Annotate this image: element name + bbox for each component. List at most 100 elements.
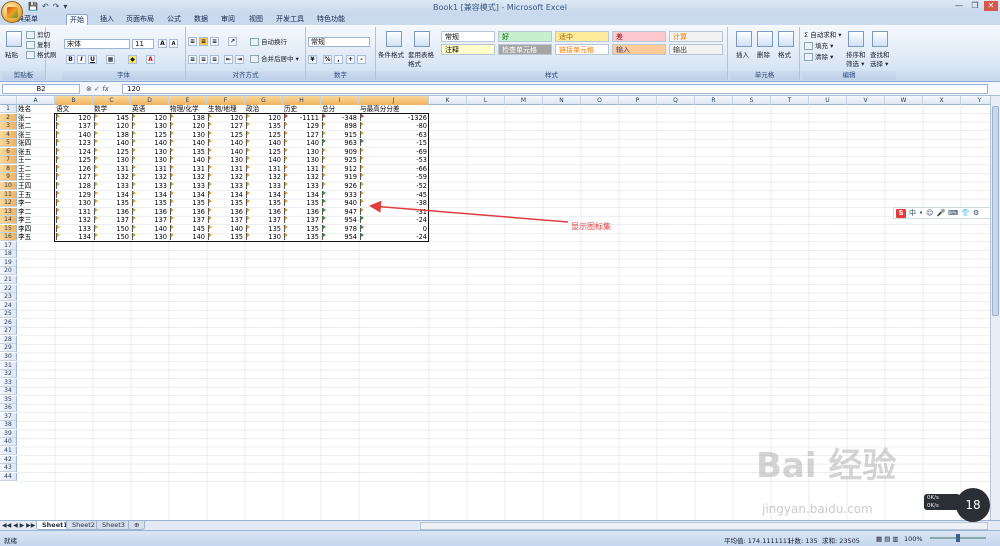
bold-button[interactable]: B [66, 55, 75, 64]
cell-style-0[interactable]: 常规 [441, 31, 495, 42]
name-box[interactable]: B2 [2, 84, 80, 94]
wrap-text-button[interactable]: 自动换行 [250, 38, 287, 47]
sheet-tab-sheet3[interactable]: Sheet3 [96, 521, 131, 530]
currency-icon[interactable]: ¥ [308, 55, 317, 64]
align-center-icon[interactable]: ≡ [199, 55, 208, 64]
tab-7[interactable]: 视图 [244, 14, 268, 25]
tab-9[interactable]: 特色功能 [312, 14, 350, 25]
underline-button[interactable]: U [88, 55, 97, 64]
floating-bubble[interactable]: 18 [956, 488, 990, 522]
indent-increase-icon[interactable]: ⇥ [235, 55, 244, 64]
cut-button[interactable]: 剪切 [26, 31, 50, 40]
autosum-button[interactable]: Σ 自动求和 ▾ [804, 31, 842, 40]
tab-8[interactable]: 开发工具 [272, 14, 308, 25]
align-top-icon[interactable]: ≡ [188, 37, 197, 46]
minimize-button[interactable]: — [952, 1, 966, 11]
cell-style-1[interactable]: 好 [498, 31, 552, 42]
orientation-icon[interactable]: ↗ [228, 37, 237, 46]
vertical-scrollbar[interactable] [990, 96, 1000, 520]
ime-item-3[interactable]: 🎤 [936, 209, 945, 217]
font-size-combo[interactable]: 11 [132, 39, 154, 49]
cell-style-9[interactable]: 输出 [669, 44, 723, 55]
number-format-combo[interactable]: 常规 [308, 37, 370, 47]
view-buttons[interactable]: ▦ ▤ ▥ [876, 535, 899, 543]
fill-down-icon [804, 42, 813, 50]
tab-1[interactable]: 开始 [66, 14, 88, 25]
cell-style-4[interactable]: 计算 [669, 31, 723, 42]
tab-3[interactable]: 页面布局 [122, 14, 158, 25]
find-select-button[interactable]: 查找和选择 ▾ [870, 51, 892, 69]
vertical-scroll-thumb[interactable] [992, 106, 999, 316]
ime-item-0[interactable]: 中 [909, 208, 916, 218]
percent-button[interactable]: % [323, 55, 332, 64]
shrink-font-button[interactable]: A [169, 39, 178, 48]
delete-cells-icon[interactable] [757, 31, 773, 47]
cell-style-5[interactable]: 注释 [441, 44, 495, 55]
align-left-icon[interactable]: ≡ [188, 55, 197, 64]
restore-button[interactable]: ❐ [968, 1, 982, 11]
tab-6[interactable]: 审阅 [216, 14, 240, 25]
fill-button[interactable]: 填充 ▾ [804, 42, 833, 51]
tab-4[interactable]: 公式 [162, 14, 186, 25]
cell-style-7[interactable]: 链接单元格 [555, 44, 609, 55]
net-up: 0K/s [927, 495, 939, 501]
format-painter-button[interactable]: 格式刷 [26, 51, 57, 60]
font-name-combo[interactable]: 宋体 [64, 39, 130, 49]
comma-button[interactable]: , [334, 55, 343, 64]
merge-center-button[interactable]: 合并后居中 ▾ [250, 55, 299, 64]
indent-decrease-icon[interactable]: ⇤ [224, 55, 233, 64]
decrease-decimal-icon[interactable]: - [357, 55, 366, 64]
alignment-group-label: 对齐方式 [186, 71, 305, 80]
italic-button[interactable]: I [77, 55, 86, 64]
tab-2[interactable]: 插入 [96, 14, 118, 25]
close-button[interactable]: ✕ [984, 1, 998, 11]
paste-icon[interactable] [6, 31, 22, 47]
font-color-icon[interactable]: A [146, 55, 155, 64]
align-middle-icon[interactable]: ≡ [199, 37, 208, 46]
paste-button[interactable]: 粘贴 [5, 51, 18, 60]
eraser-icon [804, 53, 813, 61]
find-select-icon[interactable] [872, 31, 888, 47]
copy-button[interactable]: 复制 [26, 41, 50, 50]
fill-color-icon[interactable]: ◆ [128, 55, 137, 64]
table-format-icon[interactable] [414, 31, 430, 47]
table-format-button[interactable]: 套用表格格式 [408, 51, 438, 69]
ime-item-5[interactable]: 👕 [961, 209, 970, 217]
border-icon[interactable]: ▦ [106, 55, 115, 64]
formula-input[interactable]: 120 [122, 84, 988, 94]
ime-item-2[interactable]: ☺ [926, 209, 933, 217]
fx-button[interactable]: ⊗ ✓ fx [86, 84, 118, 94]
cell-style-8[interactable]: 输入 [612, 44, 666, 55]
insert-cells-icon[interactable] [736, 31, 752, 47]
zoom-level[interactable]: 100% [904, 535, 923, 543]
sort-filter-button[interactable]: 排序和筛选 ▾ [846, 51, 868, 69]
align-bottom-icon[interactable]: ≡ [210, 37, 219, 46]
format-button[interactable]: 格式 [778, 51, 791, 60]
group-font: 宋体 11 A A B I U ▦ ◆ A 字体 [62, 27, 186, 80]
sort-filter-icon[interactable] [848, 31, 864, 47]
sheet-nav-buttons[interactable]: ◀◀ ◀ ▶ ▶▶ [2, 522, 35, 529]
horizontal-scrollbar[interactable] [420, 522, 988, 530]
delete-button[interactable]: 删除 [757, 51, 770, 60]
zoom-slider[interactable] [930, 534, 986, 542]
ime-item-1[interactable]: • [919, 209, 923, 217]
status-count: 计数: 135 [788, 537, 818, 545]
grow-font-button[interactable]: A [158, 39, 167, 48]
tab-5[interactable]: 数据 [190, 14, 212, 25]
increase-decimal-icon[interactable]: + [346, 55, 355, 64]
clear-button[interactable]: 清除 ▾ [804, 53, 833, 62]
ime-item-4[interactable]: ⌨ [948, 209, 958, 217]
conditional-format-icon[interactable] [386, 31, 402, 47]
ime-item-6[interactable]: ⚙ [973, 209, 979, 217]
insert-button[interactable]: 插入 [736, 51, 749, 60]
cell-style-6[interactable]: 检查单元格 [498, 44, 552, 55]
cell-style-3[interactable]: 差 [612, 31, 666, 42]
ime-toolbar[interactable]: S 中 • ☺ 🎤 ⌨ 👕 ⚙ [893, 207, 998, 219]
office-button[interactable] [1, 1, 23, 23]
align-right-icon[interactable]: ≡ [210, 55, 219, 64]
zoom-knob[interactable] [956, 534, 960, 542]
cell-style-2[interactable]: 适中 [555, 31, 609, 42]
conditional-format-button[interactable]: 条件格式 [378, 51, 404, 60]
new-sheet-button[interactable]: ⊕ [128, 521, 146, 530]
format-cells-icon[interactable] [778, 31, 794, 47]
